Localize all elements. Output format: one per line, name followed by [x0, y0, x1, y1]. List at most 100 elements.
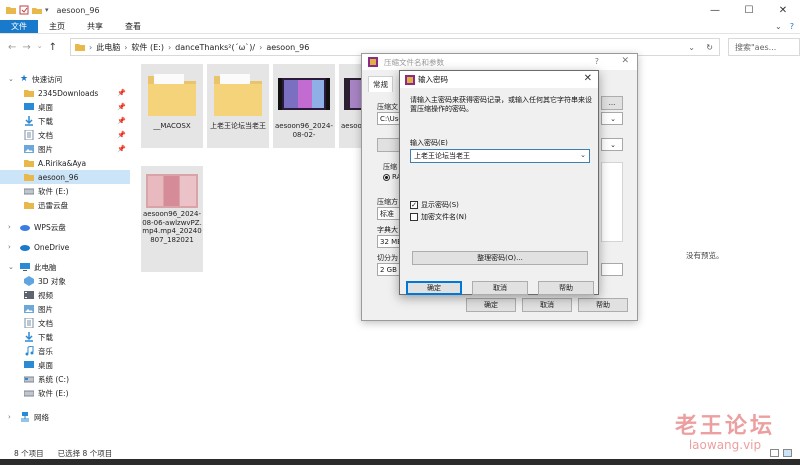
nav-wps-cloud[interactable]: › WPS云盘	[0, 220, 130, 234]
tab-file[interactable]: 文件	[0, 20, 38, 33]
dictionary-label: 字典大	[377, 226, 398, 234]
maximize-button[interactable]: ☐	[732, 0, 766, 20]
help-icon[interactable]: ?	[790, 22, 794, 31]
address-dropdown-icon[interactable]: ⌄	[688, 43, 695, 52]
recent-locations-icon[interactable]: ⌄	[37, 42, 43, 53]
archive-path-dropdown-icon[interactable]: ⌄	[601, 112, 623, 125]
close-button[interactable]: ✕	[766, 0, 800, 20]
folder-icon	[214, 74, 262, 116]
nav-pc-3d[interactable]: 3D 对象	[0, 274, 130, 288]
forward-arrow-icon[interactable]: →	[22, 42, 30, 53]
help-button[interactable]: 帮助	[578, 298, 628, 312]
password-input[interactable]: 上老王论坛当老王 ⌄	[410, 149, 590, 163]
ok-button[interactable]: 确定	[466, 298, 516, 312]
tab-home[interactable]: 主页	[38, 20, 76, 33]
up-arrow-icon[interactable]: ↑	[49, 42, 57, 53]
browse-button[interactable]: ...	[601, 96, 623, 110]
nav-quick-access[interactable]: ⌄ ★ 快速访问	[0, 72, 130, 86]
ribbon-right: ⌄ ?	[775, 22, 794, 31]
customize-quick-access-icon[interactable]: ▾	[45, 6, 49, 14]
breadcrumb-dancethanks[interactable]: danceThanks²(´ω`)/	[175, 43, 255, 52]
checkbox-unchecked-icon	[410, 213, 418, 221]
profiles-button[interactable]	[377, 138, 401, 152]
back-arrow-icon[interactable]: ←	[8, 42, 16, 53]
nav-pc-music[interactable]: 音乐	[0, 344, 130, 358]
tab-share[interactable]: 共享	[76, 20, 114, 33]
ok-button[interactable]: 确定	[406, 281, 462, 295]
ribbon: 文件 主页 共享 查看 ⌄ ?	[0, 20, 800, 34]
nav-item-pictures[interactable]: 图片 📌	[0, 142, 130, 156]
pin-icon[interactable]: 📌	[117, 117, 126, 125]
pin-icon[interactable]: 📌	[117, 103, 126, 111]
nav-pc-drive-e[interactable]: 软件 (E:)	[0, 386, 130, 400]
nav-label: 下载	[38, 116, 53, 126]
window-title: aesoon_96	[56, 5, 100, 15]
tab-general[interactable]: 常规	[368, 76, 393, 92]
pin-icon[interactable]: 📌	[117, 145, 126, 153]
file-item[interactable]: 上老王论坛当老王	[207, 64, 269, 148]
close-icon[interactable]: ✕	[584, 73, 592, 84]
chevron-down-icon[interactable]: ⌄	[8, 263, 14, 271]
split-extra-field[interactable]	[601, 263, 623, 276]
chevron-right-icon[interactable]: ›	[8, 223, 11, 231]
nav-label: 音乐	[38, 346, 53, 356]
breadcrumb-aesoon[interactable]: aesoon_96	[266, 43, 309, 52]
method-label: 压缩方	[377, 198, 398, 206]
organize-passwords-button[interactable]: 整理密码(O)...	[412, 251, 588, 265]
nav-item-aesoon[interactable]: aesoon_96	[0, 170, 130, 184]
search-input[interactable]: 搜索"aes...	[728, 38, 800, 56]
nav-pc-pictures[interactable]: 图片	[0, 302, 130, 316]
pin-icon[interactable]: 📌	[117, 131, 126, 139]
nav-item-ririka[interactable]: A.Ririka&Aya	[0, 156, 130, 170]
breadcrumb-this-pc[interactable]: 此电脑	[96, 42, 120, 53]
nav-pc-documents[interactable]: 文档	[0, 316, 130, 330]
navigation-pane: ⌄ ★ 快速访问 2345Downloads 📌 桌面 📌 下载 📌 文档 📌 …	[0, 62, 130, 422]
nav-pc-desktop[interactable]: 桌面	[0, 358, 130, 372]
help-icon[interactable]: ?	[595, 57, 599, 66]
nav-onedrive[interactable]: › OneDrive	[0, 240, 130, 254]
nav-label: 桌面	[38, 360, 53, 370]
chevron-down-icon[interactable]: ⌄	[580, 151, 586, 159]
nav-pc-videos[interactable]: 视频	[0, 288, 130, 302]
refresh-icon[interactable]: ↻	[706, 43, 713, 52]
tab-view[interactable]: 查看	[114, 20, 152, 33]
expand-ribbon-icon[interactable]: ⌄	[775, 22, 782, 31]
file-item[interactable]: __MACOSX	[141, 64, 203, 148]
nav-pc-downloads[interactable]: 下载	[0, 330, 130, 344]
drive-icon	[24, 188, 34, 195]
minimize-button[interactable]: —	[698, 0, 732, 20]
encrypt-filenames-checkbox[interactable]: 加密文件名(N)	[410, 212, 467, 222]
nav-item-desktop[interactable]: 桌面 📌	[0, 100, 130, 114]
chevron-down-icon[interactable]: ⌄	[8, 75, 14, 83]
nav-label: aesoon_96	[38, 172, 79, 182]
nav-item-xunlei[interactable]: 迅雷云盘	[0, 198, 130, 212]
pin-icon[interactable]: 📌	[117, 89, 126, 97]
help-button[interactable]: 帮助	[538, 281, 594, 295]
properties-icon[interactable]	[19, 5, 29, 15]
nav-network[interactable]: › 网络	[0, 410, 130, 424]
nav-item-downloads[interactable]: 下载 📌	[0, 114, 130, 128]
breadcrumb-drive-e[interactable]: 软件 (E:)	[131, 42, 164, 53]
nav-item-2345downloads[interactable]: 2345Downloads 📌	[0, 86, 130, 100]
item-count: 8 个项目	[14, 448, 44, 458]
nav-buttons: ← → ⌄ ↑	[0, 42, 70, 53]
show-password-checkbox[interactable]: ✓ 显示密码(S)	[410, 200, 459, 210]
chevron-right-icon[interactable]: ›	[8, 243, 11, 251]
chevron-right-icon[interactable]: ›	[8, 413, 11, 421]
file-item[interactable]: aesoon96_2024-08-02-	[273, 64, 335, 148]
update-mode-dropdown-icon[interactable]: ⌄	[601, 138, 623, 151]
computer-icon	[20, 263, 30, 271]
file-item[interactable]: aesoon96_2024-08-06-awlzwvPZ.mp4.mp4_202…	[141, 166, 203, 272]
nav-item-drive-e[interactable]: 软件 (E:)	[0, 184, 130, 198]
taskbar	[0, 459, 800, 465]
nav-this-pc[interactable]: ⌄ 此电脑	[0, 260, 130, 274]
nav-label: 软件 (E:)	[38, 186, 69, 196]
cancel-button[interactable]: 取消	[472, 281, 528, 295]
nav-item-documents[interactable]: 文档 📌	[0, 128, 130, 142]
drive-icon	[24, 390, 34, 397]
new-folder-icon[interactable]	[32, 5, 42, 15]
nav-pc-drive-c[interactable]: 系统 (C:)	[0, 372, 130, 386]
cancel-button[interactable]: 取消	[522, 298, 572, 312]
checkbox-checked-icon: ✓	[410, 201, 418, 209]
close-icon[interactable]: ✕	[621, 56, 629, 66]
